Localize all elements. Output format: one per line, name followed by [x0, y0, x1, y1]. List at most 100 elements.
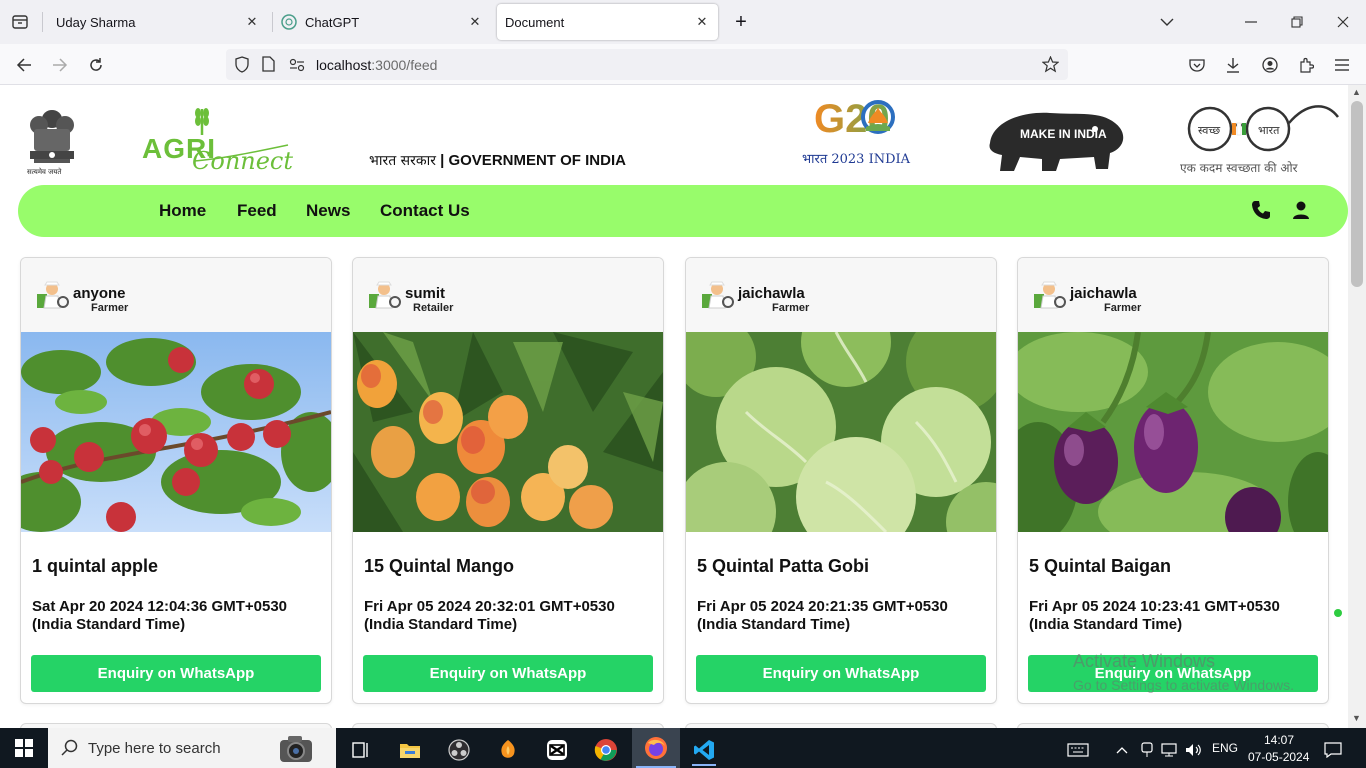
make-in-india-logo: MAKE IN INDIA: [980, 103, 1130, 177]
tab-document[interactable]: Document ✕: [497, 4, 718, 40]
url-text[interactable]: localhost:3000/feed: [316, 57, 437, 73]
extensions-icon[interactable]: [1293, 52, 1319, 78]
enquiry-whatsapp-button[interactable]: Enquiry on WhatsApp: [363, 655, 653, 692]
post-date: Sat Apr 20 2024 12:04:36 GMT+0530 (India…: [32, 598, 331, 634]
firefox-taskbar-button[interactable]: [632, 728, 680, 768]
keyboard-icon[interactable]: [1058, 734, 1098, 766]
page-icon[interactable]: [262, 56, 275, 77]
farmer-avatar-icon: [700, 280, 734, 310]
volume-icon[interactable]: [1182, 734, 1206, 766]
swachh-right-text: भारत: [1258, 124, 1280, 137]
product-image-apple: [21, 332, 331, 532]
tab-overflow-chevron-icon[interactable]: [1152, 8, 1182, 36]
post-author-name: anyone: [73, 285, 126, 302]
windows-start-button[interactable]: [0, 728, 48, 768]
menu-icon[interactable]: [1329, 52, 1355, 78]
clock-time[interactable]: 14:07: [1264, 733, 1294, 747]
firefox-icon: [644, 736, 668, 765]
post-title: 15 Quintal Mango: [364, 556, 515, 576]
post-card: jaichawla Farmer 5 Quintal Patta Gobi Fr…: [685, 257, 997, 704]
post-author-role: Farmer: [772, 302, 810, 314]
activate-windows-watermark: Activate Windows: [1073, 651, 1216, 671]
agriconnect-logo[interactable]: AGRI Connect: [140, 105, 293, 179]
clock-date[interactable]: 07-05-2024: [1248, 750, 1309, 764]
window-close-button[interactable]: [1328, 8, 1358, 36]
bookmark-star-icon[interactable]: [1041, 55, 1060, 78]
farmer-avatar-icon: [1032, 280, 1066, 310]
fl-studio-icon[interactable]: [488, 734, 528, 766]
taskbar-search-box[interactable]: Type here to search: [48, 728, 336, 768]
browser-toolbar: localhost:3000/feed: [0, 44, 1366, 85]
new-tab-button[interactable]: +: [726, 8, 756, 36]
search-placeholder: Type here to search: [88, 740, 221, 757]
forward-arrow-icon[interactable]: [47, 52, 73, 78]
obs-icon[interactable]: [439, 734, 479, 766]
close-icon[interactable]: ✕: [244, 14, 260, 30]
task-view-icon[interactable]: [341, 734, 381, 766]
download-icon[interactable]: [1220, 52, 1246, 78]
language-indicator[interactable]: ENG: [1212, 741, 1238, 755]
phone-icon[interactable]: [1251, 200, 1273, 222]
chrome-icon[interactable]: [586, 734, 626, 766]
post-title: 1 quintal apple: [32, 556, 159, 576]
post-date-line1: Fri Apr 05 2024 20:21:35 GMT+0530: [697, 598, 948, 615]
tray-chevron-up-icon[interactable]: [1110, 734, 1134, 766]
enquiry-whatsapp-button[interactable]: Enquiry on WhatsApp: [31, 655, 321, 692]
farmer-avatar-icon: [35, 280, 69, 310]
enquiry-whatsapp-button[interactable]: Enquiry on WhatsApp: [696, 655, 986, 692]
page-scrollbar[interactable]: ▲ ▼: [1348, 85, 1366, 728]
close-icon[interactable]: ✕: [467, 14, 483, 30]
running-indicator: [692, 764, 716, 766]
close-icon[interactable]: ✕: [694, 14, 710, 30]
address-bar[interactable]: localhost:3000/feed: [226, 49, 1068, 80]
tab-title: Document: [505, 14, 565, 30]
tab-chatgpt[interactable]: ChatGPT ✕: [275, 4, 491, 40]
user-icon[interactable]: [1291, 200, 1313, 222]
nav-link-news[interactable]: News: [306, 201, 350, 221]
chatgpt-icon: [281, 14, 297, 30]
nav-link-home[interactable]: Home: [159, 201, 206, 221]
tab-separator: [272, 12, 273, 32]
scrollbar-thumb[interactable]: [1351, 101, 1363, 287]
post-card-header: sumit Retailer: [353, 258, 663, 332]
browser-tab-bar: Uday Sharma ✕ ChatGPT ✕ Document ✕ +: [0, 0, 1366, 44]
shield-icon[interactable]: [234, 56, 250, 78]
post-title: 5 Quintal Baigan: [1029, 556, 1172, 576]
product-image-cabbage: [686, 297, 996, 562]
nav-link-feed[interactable]: Feed: [237, 201, 277, 221]
post-author-role: Farmer: [1104, 302, 1142, 314]
restore-button[interactable]: [1282, 8, 1312, 36]
nav-link-contact-us[interactable]: Contact Us: [380, 201, 470, 221]
make-in-india-text: MAKE IN INDIA: [1020, 127, 1107, 141]
url-path: :3000/feed: [371, 57, 438, 73]
account-icon[interactable]: [1257, 52, 1283, 78]
meet-now-icon[interactable]: [1136, 734, 1158, 766]
scroll-up-arrow-icon[interactable]: ▲: [1352, 87, 1361, 97]
reload-icon[interactable]: [83, 52, 109, 78]
file-explorer-icon[interactable]: [390, 734, 430, 766]
vscode-icon[interactable]: [684, 734, 724, 766]
tab-title: Uday Sharma: [56, 14, 136, 30]
post-date: Fri Apr 05 2024 10:23:41 GMT+0530 (India…: [1029, 598, 1328, 634]
product-image-mango: [353, 332, 663, 532]
minimize-button[interactable]: [1236, 8, 1266, 36]
capcut-icon[interactable]: [537, 734, 577, 766]
permissions-icon[interactable]: [289, 58, 305, 77]
back-arrow-icon[interactable]: [11, 52, 37, 78]
notification-icon[interactable]: [1316, 734, 1350, 766]
post-date-line2: (India Standard Time): [1029, 616, 1183, 633]
tab-list-icon[interactable]: [8, 11, 32, 33]
windows-taskbar: Type here to search ENG 14:07 07-05-2024: [0, 728, 1366, 768]
scroll-down-arrow-icon[interactable]: ▼: [1352, 713, 1361, 723]
post-date-line1: Fri Apr 05 2024 10:23:41 GMT+0530: [1029, 598, 1280, 615]
farmer-avatar-icon: [367, 280, 401, 310]
network-icon[interactable]: [1158, 734, 1180, 766]
pocket-icon[interactable]: [1184, 52, 1210, 78]
search-icon: [61, 739, 79, 762]
post-date: Fri Apr 05 2024 20:21:35 GMT+0530 (India…: [697, 598, 996, 634]
swachh-tagline: एक कदम स्वच्छता की ओर: [1180, 161, 1298, 175]
post-card-header: anyone Farmer: [21, 258, 331, 332]
government-of-india-label: भारत सरकार | GOVERNMENT OF INDIA: [369, 151, 626, 170]
post-card-header: jaichawla Farmer: [1018, 258, 1328, 332]
tab-uday-sharma[interactable]: Uday Sharma ✕: [48, 4, 268, 40]
